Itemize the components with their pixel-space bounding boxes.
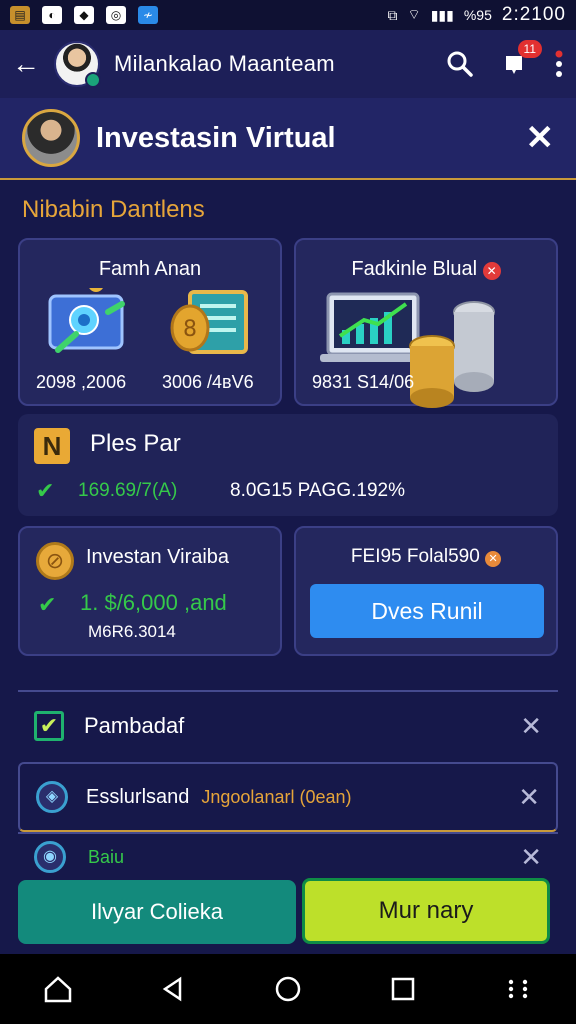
list-item[interactable]: ✔ Pambadaf ✕ bbox=[18, 690, 558, 760]
notification-icon: ▤ bbox=[10, 6, 30, 24]
system-nav-bar bbox=[0, 954, 576, 1024]
primary-left-button[interactable]: Ilvyar Colieka bbox=[18, 880, 296, 944]
checkbox-icon[interactable]: ✔ bbox=[34, 711, 64, 741]
list-item-label: Esslurlsand bbox=[86, 785, 190, 808]
online-indicator bbox=[85, 72, 101, 88]
alert-icon: ✕ bbox=[482, 262, 501, 280]
vibrate-icon: ⧉ bbox=[387, 6, 398, 23]
settings-icon: ◈ bbox=[36, 781, 68, 813]
svg-text:8: 8 bbox=[183, 317, 197, 342]
avatar[interactable] bbox=[54, 41, 101, 88]
app-bar-title: Milankalao Maanteam bbox=[114, 51, 335, 76]
shield-icon: ◎ bbox=[106, 6, 126, 24]
card-title: Famh Anan bbox=[98, 258, 202, 280]
check-icon: ✔ bbox=[38, 592, 57, 617]
back-arrow-icon[interactable]: ← bbox=[12, 48, 44, 80]
close-icon[interactable]: ✕ bbox=[518, 782, 540, 813]
logo-icon: N bbox=[34, 428, 70, 464]
clock: 2:2100 bbox=[501, 4, 566, 25]
battery-text: %95 bbox=[463, 7, 492, 23]
list-item-extra: Jngoolanarl (0ean) bbox=[201, 786, 352, 807]
more-options-icon[interactable] bbox=[554, 49, 564, 79]
signal-icon: ▮▮▮ bbox=[430, 6, 454, 23]
action-card: FEI95 Folal590 ✕ Dves Runil bbox=[294, 526, 558, 656]
profit-metric: 169.69/7(A) bbox=[78, 480, 178, 501]
growth-card[interactable]: Fadkinle Blual ✕ 9831 S14/06 bbox=[294, 238, 558, 408]
close-icon[interactable]: ✕ bbox=[526, 118, 555, 158]
notification-bell-icon[interactable]: 11 bbox=[500, 40, 542, 78]
card-value-2: 3006 /4вV6 bbox=[162, 372, 254, 392]
back-icon[interactable] bbox=[153, 969, 193, 1009]
search-icon[interactable] bbox=[446, 50, 474, 78]
profit-percentage: 8.0G15 PAGG.192% bbox=[230, 480, 405, 501]
recent-apps-icon[interactable] bbox=[383, 969, 423, 1009]
coin-stack-icon bbox=[409, 301, 495, 408]
dves-runil-button[interactable]: Dves Runil bbox=[310, 584, 544, 638]
investment-sub: M6R6.3014 bbox=[88, 622, 176, 641]
list-item-label: Pambadaf bbox=[84, 713, 185, 738]
list-item[interactable]: ◉ Baiu ✕ bbox=[18, 832, 558, 880]
card-title: Ples Par bbox=[90, 430, 181, 457]
wifi-icon: ⌔ bbox=[407, 6, 421, 22]
primary-right-button[interactable]: Mur nary bbox=[302, 878, 550, 944]
alert-icon: ✕ bbox=[485, 551, 502, 567]
home-circle-icon[interactable] bbox=[268, 969, 308, 1009]
card-title-text: FEI95 Folal590 bbox=[350, 546, 480, 567]
profile-avatar bbox=[22, 109, 80, 167]
list-item-label: Baiu bbox=[88, 846, 125, 867]
notification-badge: 11 bbox=[517, 40, 542, 58]
home-icon[interactable] bbox=[38, 969, 78, 1009]
investment-header: Investasin Virtual ✕ bbox=[0, 98, 576, 180]
coin-tablet-icon: 8 bbox=[170, 290, 248, 354]
list-item[interactable]: ◈ Esslurlsand Jngoolanarl (0ean) ✕ bbox=[18, 762, 558, 832]
card-title: Fadkinle Blual ✕ bbox=[296, 258, 556, 281]
section-title: Nibabin Dantlens bbox=[22, 196, 205, 223]
app-icon: ◐ bbox=[42, 6, 62, 24]
investment-card[interactable]: ⊘ Investan Viraiba ✔ 1. $/6,000 ,and M6R… bbox=[18, 526, 282, 656]
coin-icon: ⊘ bbox=[36, 542, 74, 580]
card-title-text: Fadkinle Blual bbox=[351, 258, 478, 280]
investment-amount: 1. $/6,000 ,and bbox=[80, 590, 227, 615]
target-chart-icon bbox=[48, 288, 125, 353]
card-value: 9831 S14/06 bbox=[312, 372, 415, 392]
app-bar: ← Milankalao Maanteam 11 bbox=[0, 30, 576, 98]
header-title: Investasin Virtual bbox=[96, 121, 336, 154]
profit-card[interactable]: N Ples Par ✔ 169.69/7(A) 8.0G15 PAGG.192… bbox=[18, 414, 558, 516]
card-title: Investan Viraiba bbox=[86, 546, 230, 568]
status-bar: ▤ ◐ ◆ ◎ ≁ ⧉ ⌔ ▮▮▮ %95 2:2100 bbox=[0, 0, 576, 30]
app-grid-icon[interactable] bbox=[498, 969, 538, 1009]
card-title: FEI95 Folal590 ✕ bbox=[296, 546, 556, 568]
close-icon[interactable]: ✕ bbox=[520, 711, 542, 742]
messenger-icon: ≁ bbox=[138, 6, 158, 24]
settings-icon: ◉ bbox=[34, 841, 66, 873]
image-icon: ◆ bbox=[74, 6, 94, 24]
portfolio-card[interactable]: Famh Anan 8 2098 ,2006 3006 /4вV6 bbox=[18, 238, 282, 406]
check-icon: ✔ bbox=[36, 478, 55, 503]
card-value-1: 2098 ,2006 bbox=[36, 372, 127, 392]
close-icon[interactable]: ✕ bbox=[520, 842, 542, 873]
